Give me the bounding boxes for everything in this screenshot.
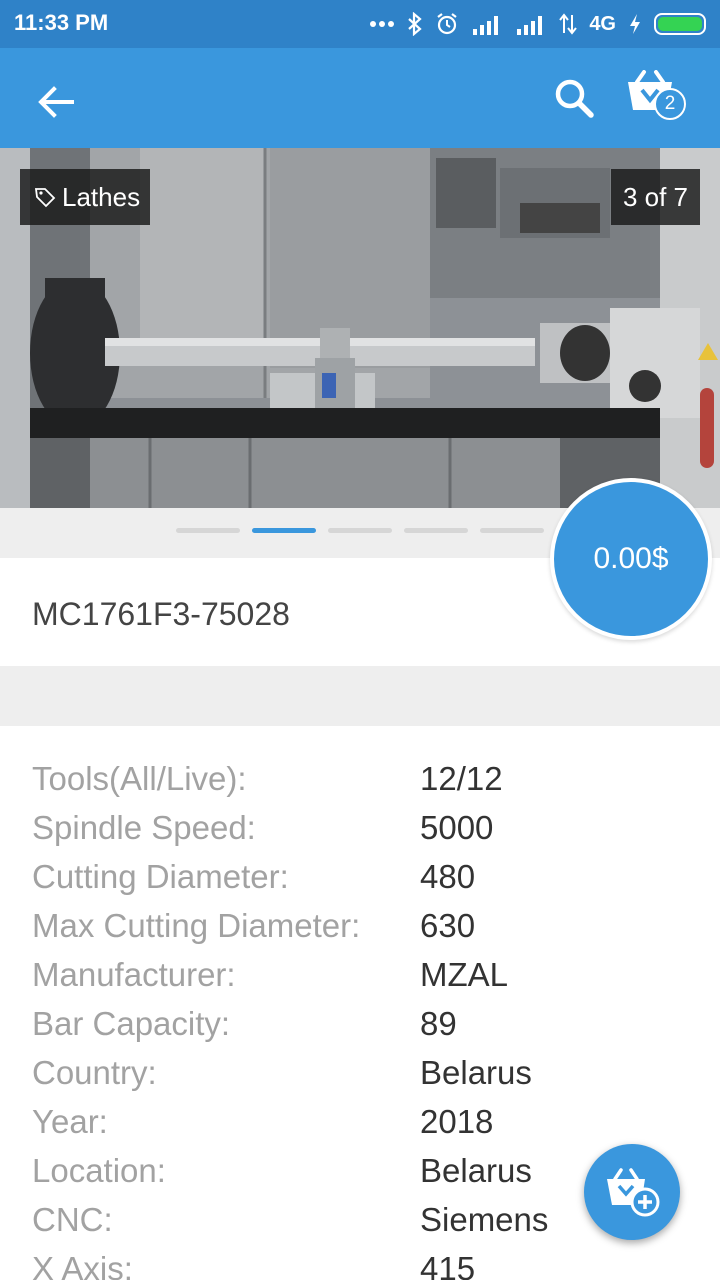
cart-count-badge: 2: [654, 88, 686, 120]
spec-label: Tools(All/Live):: [32, 760, 247, 797]
spec-row: Manufacturer: MZAL: [0, 952, 720, 1001]
add-to-basket-icon: [607, 1168, 660, 1217]
spec-value: MZAL: [420, 956, 509, 993]
page-indicator-active[interactable]: [252, 528, 316, 533]
add-to-cart-button[interactable]: [584, 1144, 680, 1240]
network-label: 4G: [589, 12, 616, 35]
app-bar: 2: [0, 48, 720, 148]
page-indicator[interactable]: [328, 528, 392, 533]
spec-row: Year: 2018: [0, 1099, 720, 1148]
status-bar: 11:33 PM 4G: [0, 0, 720, 48]
spec-value: 89: [420, 1005, 457, 1042]
spec-label: CNC:: [32, 1201, 113, 1238]
section-divider: [0, 666, 720, 726]
charging-icon: [628, 13, 642, 35]
spec-value: Belarus: [420, 1152, 532, 1189]
page-indicator[interactable]: [404, 528, 468, 533]
spec-row: Cutting Diameter: 480: [0, 854, 720, 903]
spec-label: Spindle Speed:: [32, 809, 256, 846]
spec-label: Year:: [32, 1103, 108, 1140]
arrow-left-icon: [38, 86, 74, 118]
product-image-gallery[interactable]: Lathes 3 of 7: [0, 148, 720, 508]
cart-button[interactable]: 2: [622, 68, 692, 128]
category-tag[interactable]: Lathes: [20, 169, 151, 225]
spec-value: 630: [420, 907, 476, 944]
price-badge: 0.00$: [550, 478, 712, 640]
spec-row: Tools(All/Live): 12/12: [0, 756, 720, 805]
spec-row: X Axis: 415: [0, 1246, 720, 1280]
page-indicator[interactable]: [176, 528, 240, 533]
spec-label: X Axis:: [32, 1250, 133, 1280]
battery-icon: [654, 13, 706, 35]
spec-label: Location:: [32, 1152, 166, 1189]
image-counter: 3 of 7: [610, 169, 700, 225]
spec-row: Country: Belarus: [0, 1050, 720, 1099]
category-label: Lathes: [62, 181, 141, 212]
status-icons: 4G: [369, 8, 706, 40]
spec-value: 2018: [420, 1103, 494, 1140]
spec-label: Cutting Diameter:: [32, 858, 289, 895]
spec-value: Siemens: [420, 1201, 549, 1238]
page-indicator[interactable]: [480, 528, 544, 533]
spec-value: 480: [420, 858, 476, 895]
product-code: MC1761F3-75028: [32, 596, 290, 632]
search-icon: [555, 79, 594, 118]
data-transfer-icon: [559, 13, 578, 35]
tag-icon: [34, 188, 56, 208]
spec-label: Max Cutting Diameter:: [32, 907, 361, 944]
alarm-icon: [435, 12, 459, 36]
spec-row: Bar Capacity: 89: [0, 1001, 720, 1050]
bluetooth-icon: [407, 12, 423, 36]
page-indicators: [176, 528, 544, 533]
more-dots-icon: [369, 20, 395, 28]
spec-label: Country:: [32, 1054, 157, 1091]
search-button[interactable]: [548, 72, 600, 124]
spec-value: 415: [420, 1250, 476, 1280]
status-time: 11:33 PM: [14, 10, 109, 35]
spec-value: 12/12: [420, 760, 503, 797]
signal-icon: [471, 13, 503, 35]
signal-icon: [515, 13, 547, 35]
back-button[interactable]: [30, 76, 82, 128]
spec-row: Spindle Speed: 5000: [0, 805, 720, 854]
spec-label: Manufacturer:: [32, 956, 236, 993]
spec-row: Max Cutting Diameter: 630: [0, 903, 720, 952]
spec-label: Bar Capacity:: [32, 1005, 231, 1042]
spec-value: 5000: [420, 809, 494, 846]
spec-value: Belarus: [420, 1054, 532, 1091]
